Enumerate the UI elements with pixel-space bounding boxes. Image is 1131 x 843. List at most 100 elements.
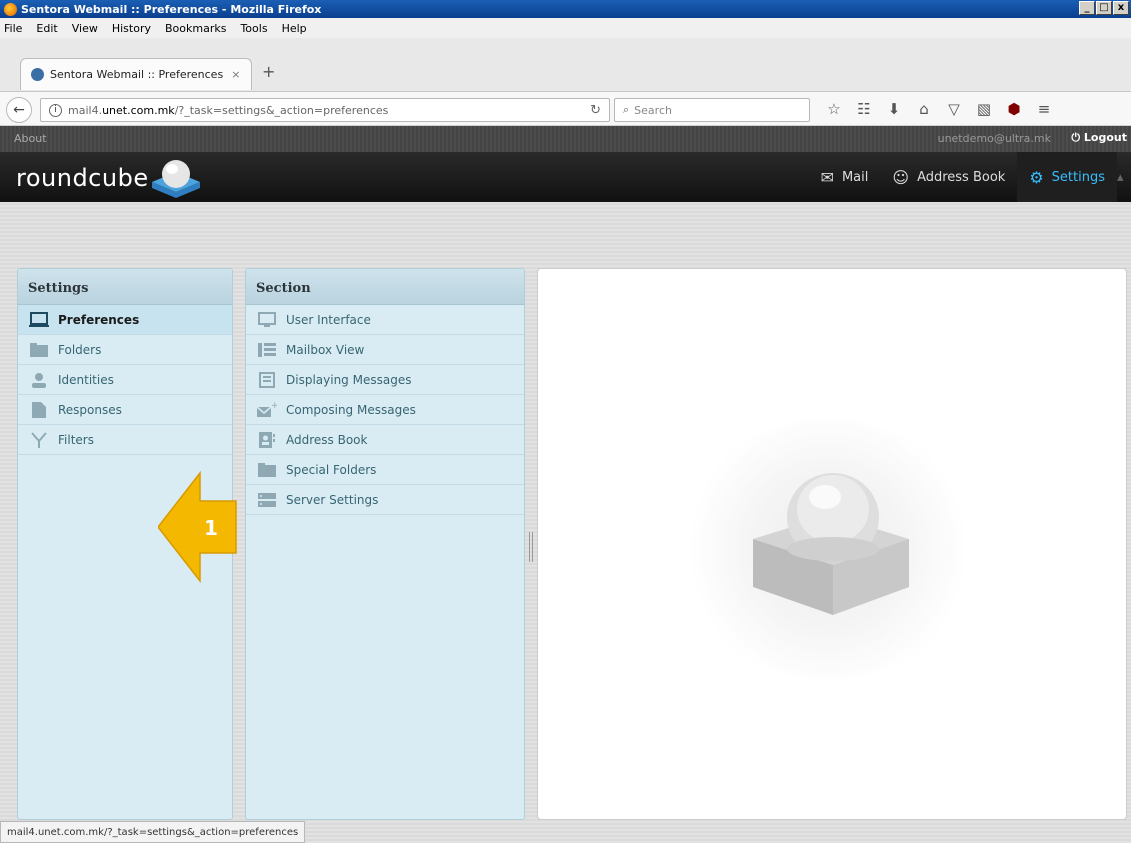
task-addressbook-button[interactable]: ☺ Address Book: [880, 152, 1017, 202]
menu-bookmarks[interactable]: Bookmarks: [165, 22, 226, 35]
section-item-label: Special Folders: [286, 462, 377, 477]
tab-title: Sentora Webmail :: Preferences: [50, 68, 224, 81]
svg-text:+: +: [271, 402, 277, 411]
preferences-content-frame: [537, 268, 1127, 820]
section-panel: Section User Interface Mailbox View Disp…: [245, 268, 525, 820]
username-label: unetdemo@ultra.mk: [937, 132, 1051, 145]
folder-icon: [28, 342, 50, 357]
window-controls: _ □ x: [1079, 1, 1129, 15]
task-settings-button[interactable]: ⚙ Settings: [1017, 152, 1117, 202]
settings-item-label: Preferences: [58, 312, 140, 327]
menu-edit[interactable]: Edit: [36, 22, 57, 35]
person-icon: ☺: [892, 167, 910, 187]
browser-tab[interactable]: Sentora Webmail :: Preferences ×: [20, 58, 252, 90]
filter-icon: [28, 431, 50, 448]
settings-item-preferences[interactable]: Preferences: [18, 305, 232, 335]
ublock-icon[interactable]: ⬢: [1002, 98, 1026, 120]
settings-panel-title: Settings: [18, 269, 232, 305]
collapse-arrow-icon[interactable]: ▴: [1117, 152, 1131, 202]
task-menu: ✉ Mail ☺ Address Book ⚙ Settings ▴: [809, 152, 1131, 202]
maximize-button[interactable]: □: [1096, 1, 1112, 15]
logout-button[interactable]: ⏻ Logout: [1071, 131, 1127, 145]
tab-strip: Sentora Webmail :: Preferences × +: [0, 38, 1131, 92]
roundcube-cube-icon: [152, 160, 200, 198]
gear-icon: ⚙: [1029, 167, 1044, 187]
section-item-server-settings[interactable]: Server Settings: [246, 485, 524, 515]
section-item-displaying-messages[interactable]: Displaying Messages: [246, 365, 524, 395]
search-placeholder: Search: [634, 103, 672, 117]
menu-file[interactable]: File: [4, 22, 22, 35]
window-title-bar: Sentora Webmail :: Preferences - Mozilla…: [0, 0, 1131, 18]
settings-item-label: Identities: [58, 372, 114, 387]
url-bar[interactable]: i mail4. unet.com.mk/?_task=settings&_act…: [40, 98, 610, 122]
mail-icon: ✉: [820, 167, 834, 187]
power-icon: ⏻: [1071, 131, 1084, 144]
panel-splitter[interactable]: [529, 532, 533, 562]
bookmark-star-icon[interactable]: ☆: [822, 98, 846, 120]
roundcube-top-line: About unetdemo@ultra.mk ⏻ Logout: [0, 126, 1131, 152]
url-path: /?_task=settings&_action=preferences: [174, 103, 389, 117]
menu-history[interactable]: History: [112, 22, 151, 35]
menu-bar: File Edit View History Bookmarks Tools H…: [0, 18, 1131, 38]
section-item-label: Mailbox View: [286, 342, 365, 357]
task-mail-label: Mail: [841, 169, 869, 185]
back-button[interactable]: ←: [6, 97, 32, 123]
roundcube-header: roundcube ✉ Mail ☺ Address Book ⚙ Settin…: [0, 152, 1131, 202]
task-settings-label: Settings: [1051, 169, 1105, 185]
menu-view[interactable]: View: [72, 22, 98, 35]
url-host: unet.com.mk: [102, 103, 175, 117]
about-link[interactable]: About: [14, 132, 47, 145]
search-icon: ⌕: [623, 103, 630, 116]
section-item-special-folders[interactable]: Special Folders: [246, 455, 524, 485]
folder-icon: [256, 462, 278, 477]
list-icon: [256, 342, 278, 357]
section-item-label: Server Settings: [286, 492, 379, 507]
message-icon: [256, 371, 278, 388]
section-item-address-book[interactable]: Address Book: [246, 425, 524, 455]
person-icon: [28, 372, 50, 388]
tab-close-icon[interactable]: ×: [231, 68, 240, 81]
task-addressbook-label: Address Book: [917, 169, 1006, 185]
close-window-button[interactable]: x: [1113, 1, 1129, 15]
section-item-label: User Interface: [286, 312, 371, 327]
hamburger-menu-icon[interactable]: ≡: [1032, 98, 1056, 120]
menu-help[interactable]: Help: [282, 22, 307, 35]
contact-card-icon: [256, 431, 278, 448]
downloads-icon[interactable]: ⬇: [882, 98, 906, 120]
settings-item-filters[interactable]: Filters: [18, 425, 232, 455]
roundcube-watermark-icon: [753, 473, 909, 615]
annotation-arrow: 1: [158, 471, 237, 583]
section-item-user-interface[interactable]: User Interface: [246, 305, 524, 335]
section-item-composing-messages[interactable]: + Composing Messages: [246, 395, 524, 425]
roundcube-favicon-icon: [31, 68, 44, 81]
back-arrow-icon: ←: [13, 102, 25, 118]
roundcube-logo[interactable]: roundcube: [16, 164, 149, 192]
reload-icon[interactable]: ↻: [590, 103, 601, 118]
settings-item-label: Folders: [58, 342, 102, 357]
search-input[interactable]: ⌕ Search: [614, 98, 810, 122]
window-title: Sentora Webmail :: Preferences - Mozilla…: [21, 2, 322, 16]
settings-item-folders[interactable]: Folders: [18, 335, 232, 365]
logout-label: Logout: [1083, 131, 1127, 144]
url-prefix: mail4.: [68, 103, 103, 117]
menu-tools[interactable]: Tools: [240, 22, 267, 35]
section-item-mailbox-view[interactable]: Mailbox View: [246, 335, 524, 365]
status-bar: mail4.unet.com.mk/?_task=settings&_actio…: [0, 821, 306, 843]
new-tab-button[interactable]: +: [262, 62, 275, 81]
pocket-icon[interactable]: ▽: [942, 98, 966, 120]
section-item-label: Displaying Messages: [286, 372, 412, 387]
info-icon[interactable]: i: [49, 103, 62, 117]
settings-item-responses[interactable]: Responses: [18, 395, 232, 425]
minimize-button[interactable]: _: [1079, 1, 1095, 15]
compose-icon: +: [256, 402, 278, 418]
section-item-label: Address Book: [286, 432, 368, 447]
toolbar-icons: ☆ ☷ ⬇ ⌂ ▽ ▧ ⬢ ≡: [822, 98, 1056, 120]
annotation-number: 1: [204, 516, 218, 540]
settings-item-identities[interactable]: Identities: [18, 365, 232, 395]
task-mail-button[interactable]: ✉ Mail: [809, 152, 881, 202]
addon-icon[interactable]: ▧: [972, 98, 996, 120]
section-panel-title: Section: [246, 269, 524, 305]
main-area: Settings Preferences Folders Identities …: [0, 202, 1131, 843]
home-icon[interactable]: ⌂: [912, 98, 936, 120]
reading-list-icon[interactable]: ☷: [852, 98, 876, 120]
